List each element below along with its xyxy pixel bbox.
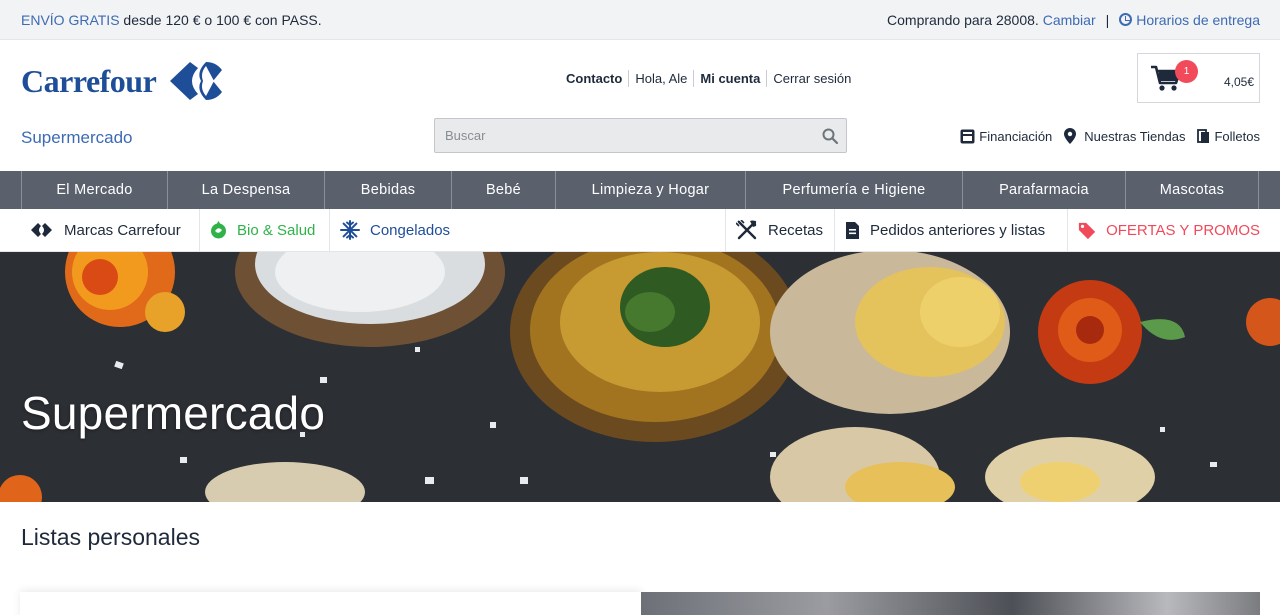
user-greeting: Hola, Ale: [628, 70, 693, 87]
carrefour-logo[interactable]: Carrefour: [21, 60, 230, 102]
leaflet-icon: [1197, 128, 1210, 143]
nav-item-bebe[interactable]: Bebé: [451, 171, 555, 209]
change-postcode-link[interactable]: Cambiar: [1043, 12, 1096, 28]
pedidos-anteriores-link[interactable]: Pedidos anteriores y listas: [834, 209, 1067, 251]
personal-lists-title: Listas personales: [21, 524, 200, 550]
category-nav: El Mercado La Despensa Bebidas Bebé Limp…: [0, 171, 1280, 209]
nav-item-la-despensa[interactable]: La Despensa: [167, 171, 324, 209]
nav-item-parafarmacia[interactable]: Parafarmacia: [962, 171, 1125, 209]
recetas-label: Recetas: [768, 221, 824, 239]
account-links: Contacto Hola, Ale Mi cuenta Cerrar sesi…: [560, 70, 857, 87]
congelados-label: Congelados: [370, 221, 451, 239]
marcas-carrefour-link[interactable]: Marcas Carrefour: [21, 209, 199, 251]
leaflets-link[interactable]: Folletos: [1197, 129, 1260, 144]
bio-salud-link[interactable]: Bio & Salud: [199, 209, 329, 251]
cart-total: 4,05€: [1223, 75, 1254, 89]
delivery-times-label: Horarios de entrega: [1136, 12, 1260, 28]
stores-link[interactable]: Nuestras Tiendas: [1064, 128, 1185, 144]
cart-button[interactable]: 1 4,05€: [1137, 53, 1260, 103]
hero-food-image: [0, 252, 1280, 502]
nav-item-mascotas[interactable]: Mascotas: [1125, 171, 1259, 209]
top-promo-bar: ENVÍO GRATIS desde 120 € o 100 € con PAS…: [0, 0, 1280, 40]
leaflets-label: Folletos: [1214, 128, 1260, 144]
contact-link[interactable]: Contacto: [560, 70, 628, 87]
ofertas-promos-link[interactable]: OFERTAS Y PROMOS: [1067, 209, 1260, 251]
hero-title: Supermercado: [21, 387, 326, 439]
free-shipping-promo: ENVÍO GRATIS desde 120 € o 100 € con PAS…: [21, 12, 322, 28]
secondary-nav: Marcas Carrefour Bio & Salud Congelados: [0, 209, 1280, 252]
snowflake-icon: [340, 220, 360, 240]
carrefour-mark-icon: [170, 62, 223, 100]
bio-leaf-icon: [211, 221, 226, 239]
my-account-link[interactable]: Mi cuenta: [693, 70, 766, 87]
pedidos-anteriores-label: Pedidos anteriores y listas: [870, 221, 1046, 239]
bio-salud-label: Bio & Salud: [237, 221, 316, 239]
shopping-for-postcode: Comprando para 28008.: [887, 12, 1039, 28]
ofertas-promos-label: OFERTAS Y PROMOS: [1106, 221, 1260, 239]
search-input[interactable]: [435, 119, 815, 152]
topbar-separator: |: [1105, 12, 1110, 28]
tag-icon: [1078, 222, 1096, 239]
nav-item-perfumeria-higiene[interactable]: Perfumería e Higiene: [745, 171, 962, 209]
carrefour-brand-icon: [31, 223, 52, 237]
stores-label: Nuestras Tiendas: [1084, 128, 1186, 144]
free-shipping-text: desde 120 € o 100 € con PASS.: [119, 12, 322, 28]
section-title[interactable]: Supermercado: [21, 128, 133, 148]
marcas-carrefour-label: Marcas Carrefour: [64, 221, 181, 239]
nav-item-bebidas[interactable]: Bebidas: [324, 171, 451, 209]
free-shipping-highlight: ENVÍO GRATIS: [21, 12, 120, 28]
financing-label: Financiación: [979, 128, 1053, 144]
search-box: [434, 118, 847, 153]
search-icon[interactable]: [822, 128, 838, 144]
utility-links: Financiación Nuestras Tiendas Folletos: [948, 128, 1260, 144]
recetas-link[interactable]: Recetas: [725, 209, 834, 251]
cart-count-badge: 1: [1175, 60, 1198, 83]
clock-icon: [1119, 13, 1133, 26]
nav-item-el-mercado[interactable]: El Mercado: [21, 171, 167, 209]
delivery-info: Comprando para 28008. Cambiar | Horarios…: [887, 12, 1260, 28]
congelados-link[interactable]: Congelados: [329, 209, 479, 251]
pass-card-icon: [960, 129, 975, 143]
list-card-image[interactable]: [641, 592, 1260, 615]
map-pin-icon: [1064, 128, 1077, 144]
document-icon: [846, 221, 859, 239]
logo-wordmark: Carrefour: [21, 62, 157, 99]
financing-link[interactable]: Financiación: [960, 129, 1052, 144]
cutlery-icon: [736, 220, 757, 240]
list-card[interactable]: [20, 592, 641, 615]
site-header: Carrefour Supermercado Contacto Hola, Al…: [0, 40, 1280, 171]
delivery-times-link[interactable]: Horarios de entrega: [1119, 12, 1260, 28]
nav-item-limpieza-hogar[interactable]: Limpieza y Hogar: [555, 171, 745, 209]
logout-link[interactable]: Cerrar sesión: [766, 70, 857, 87]
hero-banner: Supermercado: [0, 252, 1280, 502]
